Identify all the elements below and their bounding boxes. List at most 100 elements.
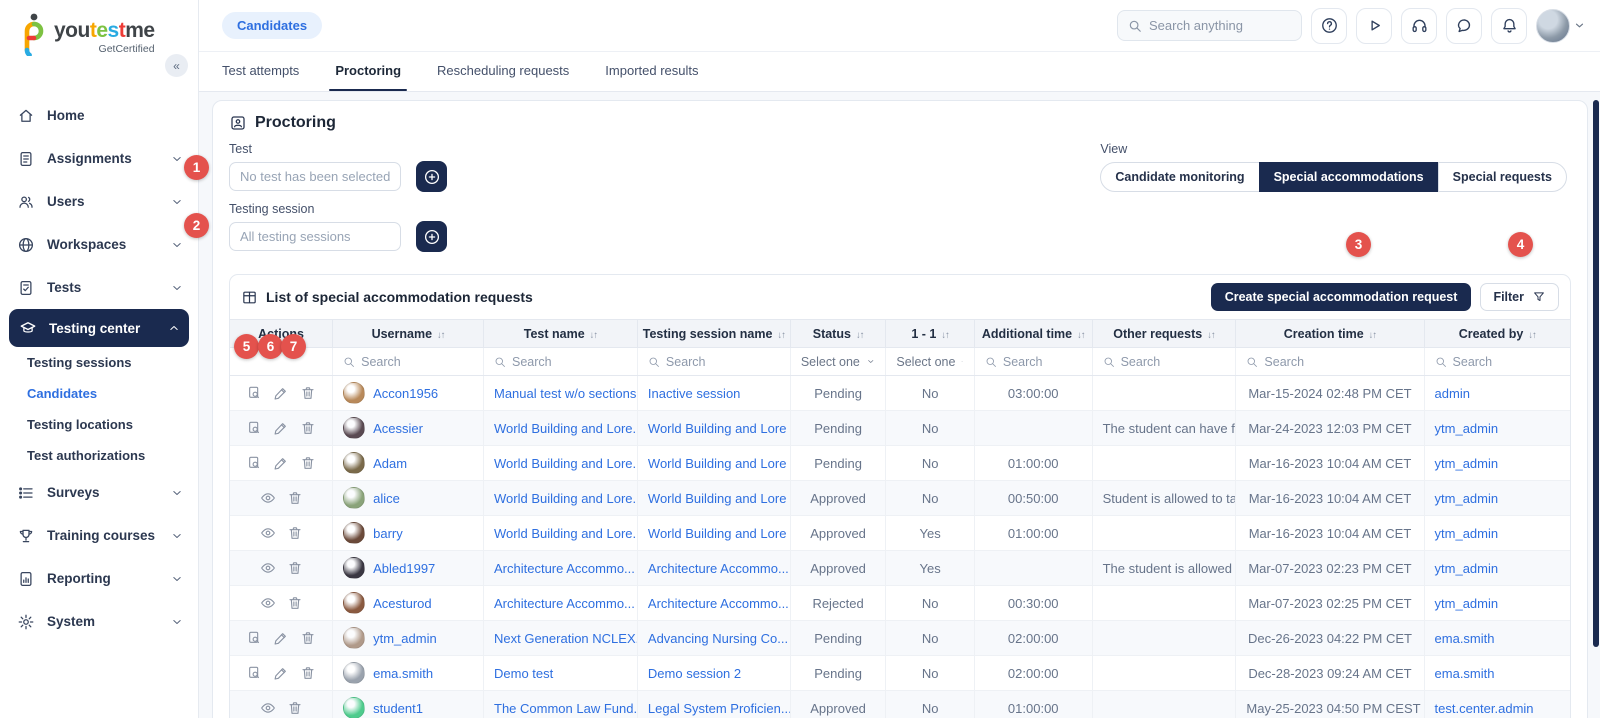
sidebar-item-training-courses[interactable]: Training courses: [0, 514, 198, 557]
sidebar-item-users[interactable]: Users: [0, 180, 198, 223]
test-name-link[interactable]: World Building and Lore...: [494, 491, 637, 506]
preview-button[interactable]: [245, 454, 263, 472]
account-menu[interactable]: [1536, 9, 1586, 43]
tab-proctoring[interactable]: Proctoring: [335, 63, 401, 91]
delete-button[interactable]: [299, 384, 317, 402]
testing-session-name-link[interactable]: Inactive session: [648, 386, 741, 401]
test-select-input[interactable]: [229, 162, 401, 191]
tab-rescheduling-requests[interactable]: Rescheduling requests: [437, 63, 569, 91]
delete-button[interactable]: [286, 699, 304, 717]
sidebar-item-home[interactable]: Home: [0, 94, 198, 137]
global-search-input[interactable]: [1149, 18, 1279, 33]
column-header-other-requests[interactable]: Other requests↓↑: [1092, 320, 1236, 348]
view-button[interactable]: [259, 594, 277, 612]
testing-session-name-link[interactable]: Advancing Nursing Co...: [648, 631, 788, 646]
created-by-link[interactable]: test.center.admin: [1435, 701, 1534, 716]
filter-search-testing-session-name[interactable]: Search: [637, 348, 790, 376]
testing-session-name-link[interactable]: World Building and Lore: [648, 421, 787, 436]
username-link[interactable]: Accon1956: [373, 386, 438, 401]
filter-search-additional-time[interactable]: Search: [974, 348, 1092, 376]
created-by-link[interactable]: ema.smith: [1435, 631, 1495, 646]
create-accommodation-button[interactable]: Create special accommodation request: [1211, 283, 1472, 311]
filter-search-created-by[interactable]: Search: [1424, 348, 1570, 376]
delete-button[interactable]: [299, 664, 317, 682]
user-avatar[interactable]: [1536, 9, 1570, 43]
add-session-button[interactable]: [416, 221, 447, 252]
delete-button[interactable]: [286, 559, 304, 577]
testing-session-name-link[interactable]: Architecture Accommo...: [648, 561, 789, 576]
created-by-link[interactable]: ytm_admin: [1435, 491, 1499, 506]
sidebar-collapse-button[interactable]: «: [165, 54, 188, 77]
sidebar-item-reporting[interactable]: Reporting: [0, 557, 198, 600]
created-by-link[interactable]: ytm_admin: [1435, 421, 1499, 436]
view-option-special-requests[interactable]: Special requests: [1438, 162, 1567, 192]
filter-button[interactable]: Filter: [1480, 283, 1559, 311]
sidebar-item-surveys[interactable]: Surveys: [0, 471, 198, 514]
delete-button[interactable]: [286, 489, 304, 507]
created-by-link[interactable]: ytm_admin: [1435, 456, 1499, 471]
test-name-link[interactable]: World Building and Lore...: [494, 421, 637, 436]
column-header-username[interactable]: Username↓↑: [333, 320, 484, 348]
username-link[interactable]: barry: [373, 526, 403, 541]
tab-imported-results[interactable]: Imported results: [605, 63, 698, 91]
username-link[interactable]: Abled1997: [373, 561, 435, 576]
view-button[interactable]: [259, 489, 277, 507]
test-name-link[interactable]: Manual test w/o sections: [494, 386, 636, 401]
edit-button[interactable]: [272, 629, 290, 647]
help-button[interactable]: [1311, 8, 1347, 44]
testing-session-name-link[interactable]: Legal System Proficien...: [648, 701, 790, 716]
preview-button[interactable]: [245, 629, 263, 647]
testing-session-name-link[interactable]: World Building and Lore: [648, 491, 787, 506]
sidebar-subitem-test-authorizations[interactable]: Test authorizations: [0, 440, 198, 471]
view-button[interactable]: [259, 524, 277, 542]
view-option-special-accommodations[interactable]: Special accommodations: [1259, 162, 1439, 192]
column-header-additional-time[interactable]: Additional time↓↑: [974, 320, 1092, 348]
column-header-1-1[interactable]: 1 - 1↓↑: [886, 320, 975, 348]
testing-session-name-link[interactable]: World Building and Lore: [648, 526, 787, 541]
username-link[interactable]: Acesturod: [373, 596, 432, 611]
column-header-testing-session-name[interactable]: Testing session name↓↑: [637, 320, 790, 348]
filter-search-test-name[interactable]: Search: [484, 348, 638, 376]
username-link[interactable]: alice: [373, 491, 400, 506]
created-by-link[interactable]: admin: [1435, 386, 1470, 401]
edit-button[interactable]: [272, 419, 290, 437]
sidebar-subitem-testing-locations[interactable]: Testing locations: [0, 409, 198, 440]
filter-search-creation-time[interactable]: Search: [1236, 348, 1424, 376]
chat-button[interactable]: [1446, 8, 1482, 44]
edit-button[interactable]: [272, 384, 290, 402]
test-name-link[interactable]: Architecture Accommo...: [494, 596, 635, 611]
breadcrumb[interactable]: Candidates: [222, 12, 322, 39]
vertical-scrollbar[interactable]: [1593, 100, 1599, 647]
testing-session-name-link[interactable]: Demo session 2: [648, 666, 741, 681]
sidebar-item-tests[interactable]: Tests: [0, 266, 198, 309]
filter-search-other-requests[interactable]: Search: [1092, 348, 1236, 376]
testing-session-name-link[interactable]: Architecture Accommo...: [648, 596, 789, 611]
column-header-test-name[interactable]: Test name↓↑: [484, 320, 638, 348]
filter-select-1-1[interactable]: Select one: [886, 348, 975, 376]
test-name-link[interactable]: Next Generation NCLEX...: [494, 631, 637, 646]
username-link[interactable]: ema.smith: [373, 666, 433, 681]
sidebar-subitem-testing-sessions[interactable]: Testing sessions: [0, 347, 198, 378]
sidebar-item-workspaces[interactable]: Workspaces: [0, 223, 198, 266]
preview-button[interactable]: [245, 419, 263, 437]
filter-select-status[interactable]: Select one: [790, 348, 886, 376]
test-name-link[interactable]: World Building and Lore...: [494, 526, 637, 541]
view-button[interactable]: [259, 699, 277, 717]
delete-button[interactable]: [286, 524, 304, 542]
username-link[interactable]: Adam: [373, 456, 407, 471]
testing-session-name-link[interactable]: World Building and Lore: [648, 456, 787, 471]
tab-test-attempts[interactable]: Test attempts: [222, 63, 299, 91]
notifications-button[interactable]: [1491, 8, 1527, 44]
delete-button[interactable]: [286, 594, 304, 612]
edit-button[interactable]: [272, 454, 290, 472]
username-link[interactable]: student1: [373, 701, 423, 716]
session-select-input[interactable]: [229, 222, 401, 251]
view-button[interactable]: [259, 559, 277, 577]
test-name-link[interactable]: World Building and Lore...: [494, 456, 637, 471]
delete-button[interactable]: [299, 629, 317, 647]
global-search[interactable]: [1117, 10, 1302, 41]
preview-button[interactable]: [245, 384, 263, 402]
sidebar-item-system[interactable]: System: [0, 600, 198, 643]
delete-button[interactable]: [299, 454, 317, 472]
column-header-creation-time[interactable]: Creation time↓↑: [1236, 320, 1424, 348]
